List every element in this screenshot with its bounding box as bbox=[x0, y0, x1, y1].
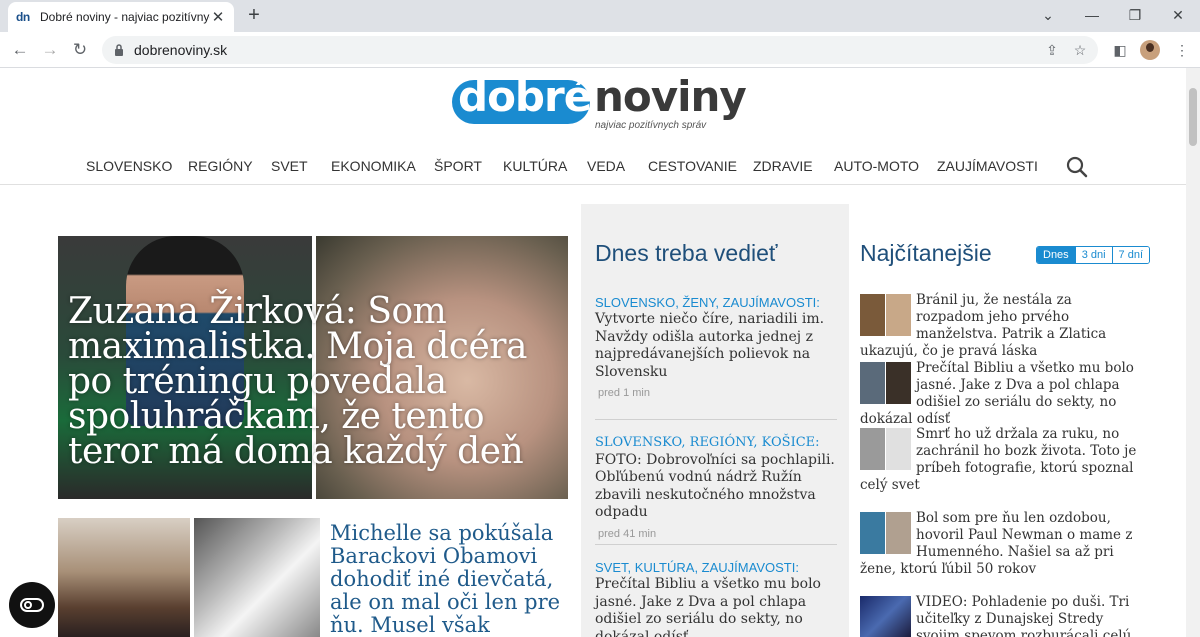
popular-thumbnail[interactable] bbox=[860, 362, 911, 404]
popular-thumbnail[interactable] bbox=[860, 428, 911, 470]
nav-item-ekonomika[interactable]: EKONOMIKA bbox=[331, 158, 416, 174]
item-separator bbox=[595, 544, 837, 545]
logo-text-dobre: dobré bbox=[458, 72, 592, 121]
nav-item-cestovanie[interactable]: CESTOVANIE bbox=[648, 158, 737, 174]
tab-search-icon[interactable]: ⌄ bbox=[1026, 0, 1070, 32]
lock-icon bbox=[115, 44, 123, 56]
popular-item[interactable]: Bol som pre ňu len ozdobou, hovoril Paul… bbox=[860, 510, 1142, 578]
nav-item-regiony[interactable]: REGIÓNY bbox=[188, 158, 253, 174]
tab-3-days[interactable]: 3 dni bbox=[1074, 247, 1112, 263]
item-categories[interactable]: SLOVENSKO, ŽENY, ZAUJÍMAVOSTI: bbox=[595, 294, 837, 311]
item-text[interactable]: Vytvorte niečo číre, nariadili im. Navžd… bbox=[595, 311, 837, 381]
popular-thumbnail[interactable] bbox=[860, 294, 911, 336]
item-categories[interactable]: SLOVENSKO, REGIÓNY, KOŠICE: bbox=[595, 435, 820, 450]
nav-item-veda[interactable]: VEDA bbox=[587, 158, 625, 174]
search-icon[interactable] bbox=[1066, 156, 1088, 178]
logo-text-noviny: noviny bbox=[594, 72, 747, 121]
item-separator bbox=[595, 419, 837, 420]
must-know-item[interactable]: SLOVENSKO, ŽENY, ZAUJÍMAVOSTI: Vytvorte … bbox=[595, 294, 837, 399]
item-time: pred 1 min bbox=[598, 387, 650, 399]
minimize-icon[interactable]: — bbox=[1070, 0, 1114, 32]
browser-tab[interactable]: dn Dobré noviny - najviac pozitívnych sp… bbox=[8, 2, 234, 32]
nav-item-zaujimavosti[interactable]: ZAUJÍMAVOSTI bbox=[937, 158, 1038, 174]
tab-today[interactable]: Dnes bbox=[1037, 247, 1075, 263]
nav-divider bbox=[0, 184, 1186, 185]
share-icon[interactable]: ⇪ bbox=[1042, 40, 1062, 60]
nav-item-kultura[interactable]: KULTÚRA bbox=[503, 158, 567, 174]
popular-thumbnail[interactable] bbox=[860, 512, 911, 554]
side-panel-icon[interactable]: ◧ bbox=[1108, 38, 1132, 62]
cookie-consent-button[interactable] bbox=[9, 582, 55, 628]
article-image-2[interactable] bbox=[194, 518, 320, 637]
item-categories[interactable]: SVET, KULTÚRA, ZAUJÍMAVOSTI: bbox=[595, 559, 837, 576]
restore-icon[interactable]: ❐ bbox=[1113, 0, 1157, 32]
item-time: pred 41 min bbox=[598, 527, 657, 540]
back-icon[interactable]: ← bbox=[8, 38, 32, 62]
article-title[interactable]: Michelle sa pokúšala Barackovi Obamovi d… bbox=[330, 522, 570, 637]
main-navigation: SLOVENSKO REGIÓNY SVET EKONOMIKA ŠPORT K… bbox=[0, 156, 1186, 184]
browser-toolbar: ← → ↻ dobrenoviny.sk ⇪ ☆ ◧ ⋮ bbox=[0, 32, 1200, 68]
cookie-settings-icon bbox=[20, 598, 44, 612]
nav-item-sport[interactable]: ŠPORT bbox=[434, 158, 482, 174]
article-image-1[interactable] bbox=[58, 518, 190, 637]
scrollbar-thumb[interactable] bbox=[1189, 88, 1197, 146]
page-scrollbar[interactable] bbox=[1186, 68, 1200, 637]
hero-title[interactable]: Zuzana Žirková: Som maximalistka. Moja d… bbox=[68, 294, 558, 470]
popular-thumbnail[interactable] bbox=[860, 596, 911, 637]
tab-7-days[interactable]: 7 dní bbox=[1111, 247, 1150, 263]
address-bar[interactable]: dobrenoviny.sk ⇪ ☆ bbox=[102, 36, 1098, 64]
profile-avatar[interactable] bbox=[1140, 40, 1160, 60]
forward-icon[interactable]: → bbox=[38, 38, 62, 62]
browser-tabstrip: dn Dobré noviny - najviac pozitívnych sp… bbox=[0, 0, 1200, 32]
must-know-heading: Dnes treba vedieť bbox=[595, 240, 778, 266]
webpage: dobré noviny najviac pozitívnych správ S… bbox=[0, 68, 1186, 637]
nav-item-slovensko[interactable]: SLOVENSKO bbox=[86, 158, 172, 174]
url-text: dobrenoviny.sk bbox=[134, 42, 228, 58]
must-know-panel: Dnes treba vedieť SLOVENSKO, ŽENY, ZAUJÍ… bbox=[581, 204, 849, 637]
site-logo[interactable]: dobré noviny najviac pozitívnych správ bbox=[452, 72, 747, 142]
site-favicon-icon: dn bbox=[16, 10, 30, 24]
popular-item[interactable]: Prečítal Bibliu a všetko mu bolo jasné. … bbox=[860, 360, 1142, 428]
nav-item-zdravie[interactable]: ZDRAVIE bbox=[753, 158, 813, 174]
popular-item[interactable]: Smrť ho už držala za ruku, no zachránil … bbox=[860, 426, 1142, 494]
nav-item-svet[interactable]: SVET bbox=[271, 158, 308, 174]
must-know-item[interactable]: SVET, KULTÚRA, ZAUJÍMAVOSTI: Prečítal Bi… bbox=[595, 559, 837, 637]
logo-tagline: najviac pozitívnych správ bbox=[595, 120, 707, 131]
popular-period-tabs: Dnes 3 dni 7 dní bbox=[1036, 246, 1151, 264]
reload-icon[interactable]: ↻ bbox=[68, 38, 92, 62]
close-tab-icon[interactable]: ✕ bbox=[210, 8, 226, 26]
bookmark-star-icon[interactable]: ☆ bbox=[1070, 40, 1090, 60]
nav-item-auto-moto[interactable]: AUTO-MOTO bbox=[834, 158, 919, 174]
popular-item[interactable]: Bránil ju, že nestála za rozpadom jeho p… bbox=[860, 292, 1142, 360]
tab-title: Dobré noviny - najviac pozitívnych správ bbox=[40, 10, 210, 24]
item-text[interactable]: Prečítal Bibliu a všetko mu bolo jasné. … bbox=[595, 576, 837, 637]
popular-heading: Najčítanejšie bbox=[860, 240, 992, 266]
popular-item[interactable]: VIDEO: Pohladenie po duši. Tri učiteľky … bbox=[860, 594, 1142, 637]
item-text[interactable]: FOTO: Dobrovoľníci sa pochlapili. Obľúbe… bbox=[595, 452, 835, 521]
new-tab-icon[interactable]: + bbox=[242, 4, 266, 28]
close-window-icon[interactable]: ✕ bbox=[1156, 0, 1200, 32]
menu-icon[interactable]: ⋮ bbox=[1170, 38, 1194, 62]
hero-article[interactable]: Zuzana Žirková: Som maximalistka. Moja d… bbox=[58, 236, 568, 499]
must-know-item[interactable]: SLOVENSKO, REGIÓNY, KOŠICE: FOTO: Dobrov… bbox=[595, 434, 837, 540]
